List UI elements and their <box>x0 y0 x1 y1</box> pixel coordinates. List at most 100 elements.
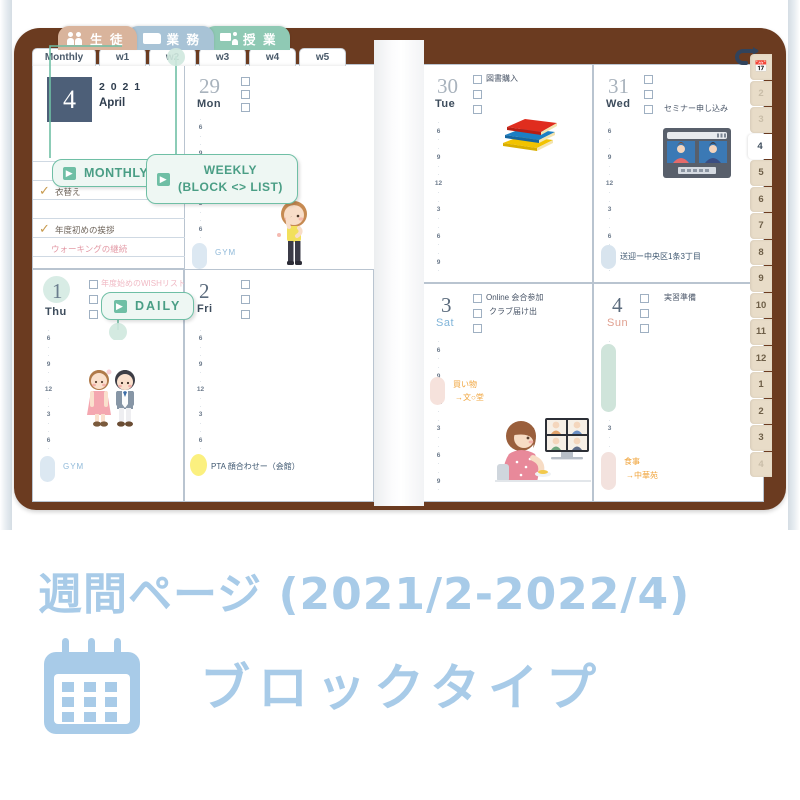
footer-subtitle: ブロックタイプ <box>200 659 604 717</box>
day-checkbox[interactable] <box>473 294 482 303</box>
month-tab-📅[interactable]: 📅 <box>750 54 772 80</box>
callout-weekly-line2: (BLOCK <> LIST) <box>178 180 283 194</box>
callout-daily[interactable]: ▶ DAILY <box>101 292 195 320</box>
month-tab-5[interactable]: 5 <box>750 160 772 186</box>
month-tab-10[interactable]: 10 <box>750 292 772 318</box>
day-checkbox[interactable] <box>644 75 653 84</box>
time-rail-tick: · <box>608 188 611 196</box>
day-task-text: クラブ届け出 <box>489 307 537 316</box>
day-cell-wed-31[interactable]: 31 Wed セミナー申し込み ·6··9··12··3··6··9· 送迎ー中… <box>593 64 764 283</box>
time-rail-tick: · <box>437 171 440 179</box>
time-rail-tick: 12 <box>44 386 53 394</box>
time-rail-tick: · <box>437 442 440 450</box>
time-rail-tick: · <box>437 469 440 477</box>
month-tab-label: 11 <box>755 326 767 338</box>
month-tab-9[interactable]: 9 <box>750 266 772 292</box>
month-tab-label: 4 <box>757 140 763 152</box>
time-rail-tick: 9 <box>436 258 441 266</box>
callout-monthly[interactable]: ▶ MONTHLY <box>52 159 160 187</box>
time-rail-tick: 9 <box>46 360 51 368</box>
time-rail-tick: · <box>47 402 50 410</box>
day-cell-tue-30[interactable]: 30 Tue 図書購入 · 6 · · 9 · · 12 · · 3 · · 6 · · 9 · <box>422 64 593 283</box>
day-checkbox[interactable] <box>640 324 649 333</box>
day-entry-text: →中華苑 <box>626 471 658 480</box>
time-rail-tick: · <box>608 145 611 153</box>
book-edge-left <box>0 0 12 530</box>
time-rail-tick: 3 <box>436 425 441 433</box>
month-tab-2[interactable]: 2 <box>750 80 772 106</box>
day-weekday: Wed <box>606 98 631 110</box>
month-tab-3[interactable]: 3 <box>750 107 772 133</box>
two-kids-illustration <box>87 369 135 427</box>
footer-caption: 週間ページ (2021/2-2022/4) ブロックタイプ <box>0 538 800 800</box>
time-rail-tick: 3 <box>46 411 51 419</box>
book-edge-right <box>788 0 800 530</box>
time-rail-tick: · <box>47 369 50 377</box>
time-rail-tick: 9 <box>198 360 203 368</box>
time-rail-tick: · <box>199 394 202 402</box>
video-window-illustration <box>663 128 731 178</box>
day-checkbox[interactable] <box>640 294 649 303</box>
month-tab-4[interactable]: 4 <box>750 451 772 477</box>
time-rail-tick: 6 <box>436 451 441 459</box>
time-rail-tick: 9 <box>436 477 441 485</box>
day-cell-sun-4[interactable]: 4 Sun 実習準備 ·6··9··12··3··6··9· 食事 →中華苑 <box>593 283 764 502</box>
time-rail-tick: · <box>437 407 440 415</box>
time-rail-tick: · <box>199 352 202 360</box>
day-checkbox[interactable] <box>640 309 649 318</box>
month-tab-1[interactable]: 1 <box>750 372 772 398</box>
day-cell-sat-3[interactable]: 3 Sat Online 会合参加 クラブ届け出 ·6··9··12··3··6… <box>422 283 593 502</box>
month-tab-4[interactable]: 4 <box>748 133 772 159</box>
day-checkbox[interactable] <box>644 105 653 114</box>
month-tab-12[interactable]: 12 <box>750 345 772 371</box>
time-rail-tick: · <box>608 197 611 205</box>
month-tab-6[interactable]: 6 <box>750 186 772 212</box>
day-number: 3 <box>441 293 452 317</box>
time-rail-tick: · <box>608 442 611 450</box>
time-rail-tick: · <box>199 343 202 351</box>
time-rail-tick: 6 <box>607 232 612 240</box>
time-rail-tick: · <box>437 241 440 249</box>
day-checkbox[interactable] <box>644 90 653 99</box>
month-tab-label: 3 <box>758 114 764 126</box>
time-rail-tick: · <box>47 445 50 453</box>
month-tab-2[interactable]: 2 <box>750 398 772 424</box>
time-rail-tick: · <box>199 445 202 453</box>
month-tab-3[interactable]: 3 <box>750 425 772 451</box>
planner-screenshot: 生 徒 業 務 授 業 Monthly w1 w2 w3 w4 w5 <box>0 0 800 530</box>
day-entry-text: 送迎ー中央区1条3丁目 <box>620 252 701 261</box>
month-tab-7[interactable]: 7 <box>750 213 772 239</box>
month-tab-11[interactable]: 11 <box>750 319 772 345</box>
time-rail-tick: · <box>437 162 440 170</box>
day-checkbox[interactable] <box>473 105 482 114</box>
time-rail-tick: 3 <box>436 206 441 214</box>
time-rail-tick: · <box>199 369 202 377</box>
callout-monthly-label: MONTHLY <box>84 166 149 180</box>
month-tab-label: 8 <box>758 246 764 258</box>
time-rail-tick: · <box>47 419 50 427</box>
day-entry-text: →文○堂 <box>455 393 484 402</box>
book-spine <box>374 40 424 506</box>
time-rail-tick: 12 <box>434 180 443 188</box>
time-rail-tick: · <box>608 171 611 179</box>
time-rail-tick: 6 <box>436 232 441 240</box>
callout-weekly[interactable]: ▶ WEEKLY (BLOCK <> LIST) <box>146 154 298 204</box>
month-tab-label: 4 <box>758 458 764 470</box>
time-block-bar <box>190 454 207 476</box>
day-checkbox[interactable] <box>473 324 482 333</box>
month-tab-8[interactable]: 8 <box>750 239 772 265</box>
day-checkbox[interactable] <box>473 90 482 99</box>
footer-title: 週間ページ (2021/2-2022/4) <box>38 569 691 620</box>
day-checkbox[interactable] <box>473 309 482 318</box>
callout-daily-label: DAILY <box>135 299 182 313</box>
time-rail-tick: 9 <box>436 153 441 161</box>
time-rail-tick: · <box>199 402 202 410</box>
day-checkbox[interactable] <box>473 75 482 84</box>
day-entry-text: PTA 顔合わせー（会館） <box>211 462 300 471</box>
time-rail-tick: · <box>437 338 440 345</box>
right-page-grid: 30 Tue 図書購入 · 6 · · 9 · · 12 · · 3 · · 6 · · 9 · <box>422 64 764 502</box>
time-block-bar <box>601 452 616 490</box>
time-rail-tick: 6 <box>607 127 612 135</box>
stacked-books-illustration <box>503 119 557 151</box>
time-block-bar <box>601 245 616 269</box>
